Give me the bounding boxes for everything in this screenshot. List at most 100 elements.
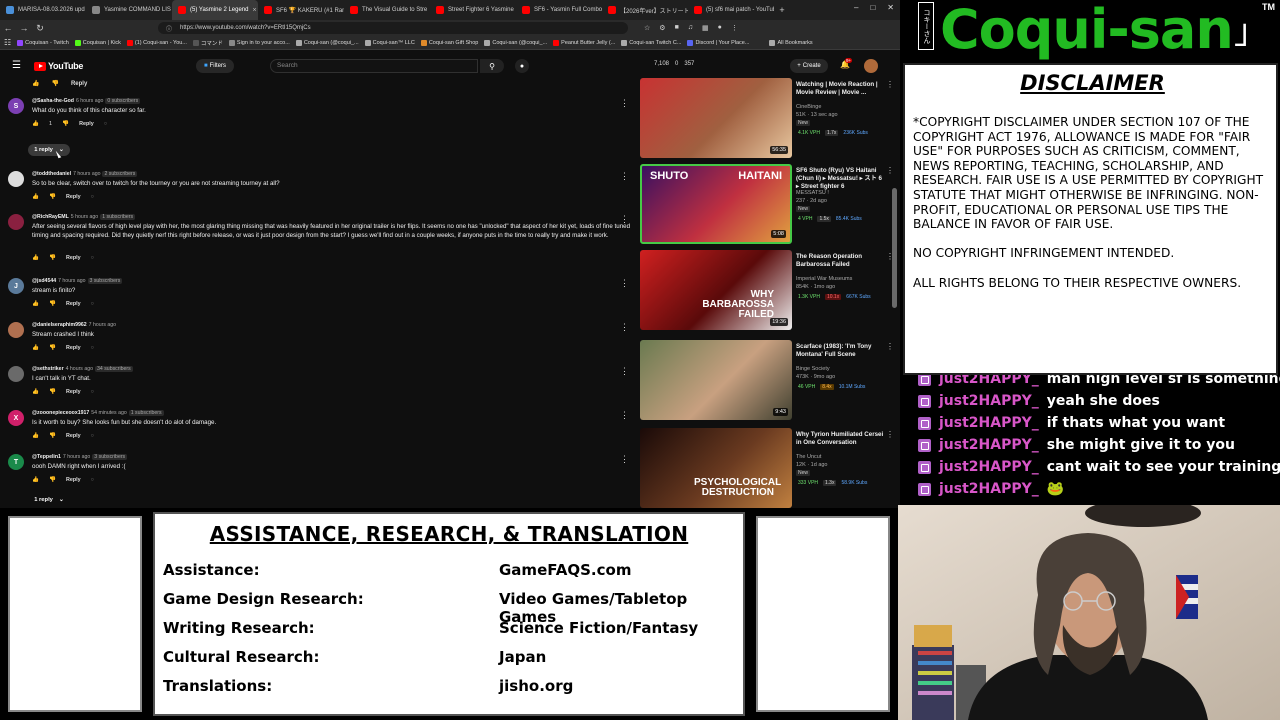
scrollbar-thumb[interactable] — [892, 188, 897, 308]
comment-author[interactable]: @jsd4544 — [32, 278, 56, 284]
comment-author[interactable]: @sethstriker — [32, 366, 64, 372]
comment-time[interactable]: 7 hours ago — [89, 322, 116, 328]
browser-tab[interactable]: SF6 - Yasmin Full Combo× — [516, 0, 602, 20]
site-info-icon[interactable]: ⓘ — [166, 24, 172, 33]
video-thumbnail[interactable]: 9:43 — [640, 340, 792, 420]
commenter-avatar[interactable]: S — [8, 98, 24, 114]
like-icon[interactable]: 👍 — [32, 389, 39, 395]
reload-icon[interactable]: ↻ — [32, 23, 48, 34]
search-button[interactable]: ⚲ — [480, 59, 504, 73]
comment-author[interactable]: @zooonepieceoox1917 — [32, 410, 89, 416]
comment-time[interactable]: 7 hours ago — [63, 454, 90, 460]
chat-username[interactable]: just2HAPPY_ — [939, 375, 1039, 387]
address-bar[interactable]: ⓘ https://www.youtube.com/watch?v=ERtI15… — [158, 22, 628, 34]
reply-button[interactable]: Reply — [66, 389, 81, 395]
dislike-icon[interactable]: 👎 — [51, 80, 58, 87]
video-channel[interactable]: Imperial War Museums — [796, 276, 852, 282]
chat-username[interactable]: just2HAPPY_ — [939, 415, 1039, 431]
browser-tab[interactable]: MARISA-08.03.2026 upd× — [0, 0, 86, 20]
comment-time[interactable]: 7 hours ago — [58, 278, 85, 284]
comment-time[interactable]: 4 hours ago — [66, 366, 93, 372]
commenter-avatar[interactable]: T — [8, 454, 24, 470]
like-icon[interactable]: 👍 — [32, 194, 39, 200]
comment-menu-icon[interactable]: ⋮ — [620, 410, 629, 421]
video-thumbnail[interactable]: 56:35 — [640, 78, 792, 158]
dislike-icon[interactable]: 👎 — [62, 121, 69, 127]
comment-menu-icon[interactable]: ⋮ — [620, 278, 629, 289]
profile-icon[interactable]: ● — [718, 24, 722, 32]
video-thumbnail[interactable]: PSYCHOLOGICAL DESTRUCTION — [640, 428, 792, 508]
bookmark-item[interactable]: Coquisan - Twitch — [17, 39, 69, 46]
recommended-video[interactable]: WHY BARBAROSSA FAILED 19:36 The Reason Ope… — [640, 250, 896, 332]
bookmark-item[interactable]: Sign in to your acco... — [228, 39, 290, 46]
video-thumbnail[interactable]: WHY BARBAROSSA FAILED 19:36 — [640, 250, 792, 330]
view-replies-button[interactable]: 1 reply ⌄ — [28, 494, 70, 506]
like-icon[interactable]: 👍 — [32, 121, 39, 127]
chat-username[interactable]: just2HAPPY_ — [939, 437, 1039, 453]
dislike-icon[interactable]: 👎 — [49, 255, 56, 261]
reply-button[interactable]: Reply — [66, 194, 81, 200]
extension-icon[interactable]: ⚙ — [659, 24, 665, 32]
comment-time[interactable]: 7 hours ago — [73, 171, 100, 177]
like-icon[interactable]: 👍 — [32, 301, 39, 307]
dislike-icon[interactable]: 👎 — [49, 477, 56, 483]
new-tab-icon[interactable]: + — [774, 5, 790, 15]
recommended-video[interactable]: 56:35 Watching | Movie Reaction | Movie R… — [640, 78, 896, 160]
browser-tab[interactable]: 【2026年ver】ストリートファイ× — [602, 0, 688, 20]
bookmark-item[interactable]: Coqui-san™ LLC — [364, 39, 415, 46]
comment-menu-icon[interactable]: ⋮ — [620, 454, 629, 465]
video-title[interactable]: Scarface (1983): 'I'm Tony Montana' Full… — [796, 343, 886, 359]
comment-author[interactable]: @RichRayEML — [32, 214, 69, 220]
browser-tab[interactable]: Yasmine COMMAND LIS× — [86, 0, 172, 20]
recommended-video[interactable]: SHUTO HAITANI 5:08 SF6 Shuto (Ryu) VS Haita… — [640, 164, 896, 246]
reply-button[interactable]: Reply — [71, 81, 87, 87]
reply-button[interactable]: Reply — [66, 477, 81, 483]
menu-icon[interactable]: ⋮ — [731, 24, 738, 32]
filters-button[interactable]: ■ Filters — [196, 59, 234, 73]
comment-menu-icon[interactable]: ⋮ — [620, 171, 629, 182]
bookmark-item[interactable]: Coqui-san (@coqui_... — [484, 39, 547, 46]
video-channel[interactable]: MESSATSU ! — [796, 190, 829, 196]
bookmark-item[interactable]: Coqui-san Gift Shop — [420, 39, 478, 46]
like-icon[interactable]: 👍 — [32, 255, 39, 261]
chat-username[interactable]: just2HAPPY_ — [939, 481, 1039, 497]
video-title[interactable]: Why Tyrion Humiliated Cersei in One Conv… — [796, 431, 886, 447]
bookmark-item[interactable]: All Bookmarks — [769, 39, 813, 46]
comment-time[interactable]: 6 hours ago — [76, 98, 103, 104]
bookmark-item[interactable]: Discord | Your Place... — [687, 39, 749, 46]
forward-icon[interactable]: → — [16, 23, 32, 33]
reply-button[interactable]: Reply — [79, 121, 94, 127]
tab-close-icon[interactable]: × — [252, 7, 256, 14]
commenter-avatar[interactable]: J — [8, 278, 24, 294]
bookmark-item[interactable]: Coqui-san Twitch C... — [621, 39, 681, 46]
video-thumbnail[interactable]: SHUTO HAITANI 5:08 — [640, 164, 792, 244]
browser-tab[interactable]: (5) sf6 mai patch - YouTub× — [688, 0, 774, 20]
like-icon[interactable]: 👍 — [32, 80, 39, 87]
video-channel[interactable]: The Uncut — [796, 454, 821, 460]
comment-time[interactable]: 5 hours ago — [71, 214, 98, 220]
browser-tab[interactable]: SF6 🏆 KAKERU (#1 Rank× — [258, 0, 344, 20]
dislike-icon[interactable]: 👎 — [49, 345, 56, 351]
reply-button[interactable]: Reply — [66, 255, 81, 261]
media-icon[interactable]: ♫ — [688, 24, 693, 32]
recommended-video[interactable]: PSYCHOLOGICAL DESTRUCTION Why Tyrion Humi… — [640, 428, 896, 508]
chat-username[interactable]: just2HAPPY_ — [939, 459, 1039, 475]
bookmark-item[interactable]: (1) Coqui-san - You... — [126, 39, 187, 46]
reply-button[interactable]: Reply — [66, 433, 81, 439]
commenter-avatar[interactable] — [8, 171, 24, 187]
commenter-avatar[interactable] — [8, 214, 24, 230]
browser-tab[interactable]: The Visual Guide to Stre× — [344, 0, 430, 20]
bookmark-item[interactable]: Peanut Butter Jelly (... — [553, 39, 615, 46]
video-channel[interactable]: Binge Society — [796, 366, 830, 372]
puzzle-icon[interactable]: ▦ — [702, 24, 709, 32]
voice-search-button[interactable]: ● — [515, 59, 529, 73]
bookmark-item[interactable]: Coqui-san (@coqui_... — [295, 39, 359, 46]
commenter-avatar[interactable] — [8, 366, 24, 382]
bookmark-item[interactable]: Coquisan | Kick — [74, 39, 121, 46]
close-icon[interactable]: ✕ — [887, 3, 894, 12]
comment-author[interactable]: @Sasha-the-God — [32, 98, 74, 104]
apps-grid-icon[interactable]: ☷ — [4, 38, 11, 47]
scrollbar[interactable] — [892, 78, 897, 508]
video-title[interactable]: Watching | Movie Reaction | Movie Review… — [796, 81, 886, 97]
commenter-avatar[interactable] — [8, 322, 24, 338]
